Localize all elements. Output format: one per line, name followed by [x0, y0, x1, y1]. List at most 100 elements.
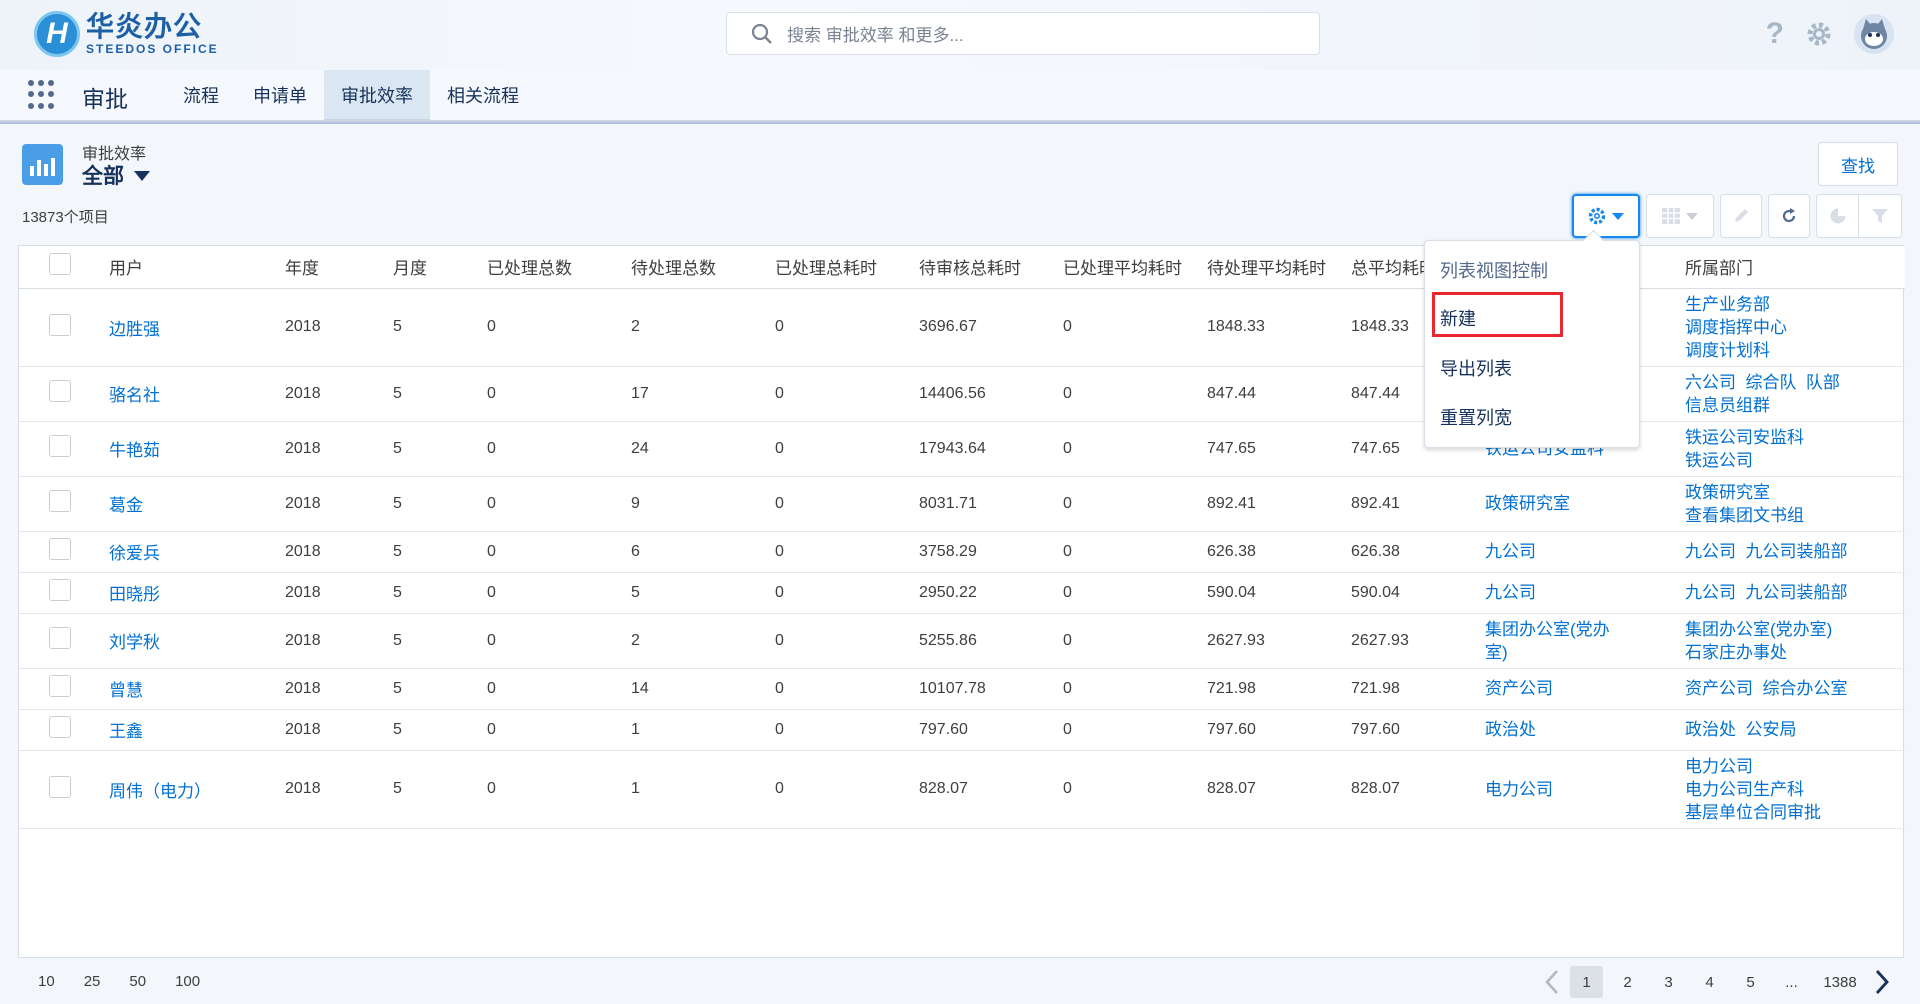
row-checkbox[interactable]: [49, 435, 71, 457]
page-button[interactable]: 5: [1734, 966, 1767, 998]
user-link[interactable]: 牛艳茹: [109, 441, 160, 460]
user-link[interactable]: 边胜强: [109, 320, 160, 339]
column-header[interactable]: 待审核总耗时: [913, 246, 1057, 289]
column-header[interactable]: 待处理总数: [625, 246, 769, 289]
page-button[interactable]: 4: [1693, 966, 1726, 998]
menu-item-new[interactable]: 新建: [1440, 305, 1476, 331]
user-link[interactable]: 曾慧: [109, 681, 143, 700]
department-link[interactable]: 电力公司生产科: [1685, 780, 1804, 799]
department-link[interactable]: 资产公司 综合办公室: [1685, 679, 1847, 698]
select-all-checkbox[interactable]: [49, 253, 71, 276]
column-header[interactable]: 已处理总耗时: [769, 246, 913, 289]
department-link[interactable]: 六公司 综合队 队部: [1685, 373, 1840, 392]
row-checkbox[interactable]: [49, 313, 71, 336]
org-link[interactable]: 政策研究室: [1485, 494, 1570, 513]
department-link[interactable]: 九公司 九公司装船部: [1685, 542, 1847, 561]
chevron-right-icon[interactable]: [1872, 968, 1892, 996]
filter-button[interactable]: [1859, 195, 1901, 237]
tab-approval-efficiency[interactable]: 审批效率: [324, 70, 430, 122]
row-checkbox[interactable]: [49, 490, 71, 512]
row-checkbox[interactable]: [49, 627, 71, 649]
department-link[interactable]: 调度指挥中心: [1685, 318, 1787, 337]
row-checkbox[interactable]: [49, 538, 71, 560]
user-link[interactable]: 王鑫: [109, 722, 143, 741]
page-button[interactable]: 1: [1570, 966, 1603, 998]
tab-flows[interactable]: 流程: [166, 70, 236, 122]
user-link[interactable]: 葛金: [109, 496, 143, 515]
chevron-left-icon[interactable]: [1542, 968, 1562, 996]
page-button[interactable]: 2: [1611, 966, 1644, 998]
user-avatar[interactable]: [1854, 14, 1894, 54]
edit-button[interactable]: [1720, 194, 1762, 238]
org-link[interactable]: 资产公司: [1485, 679, 1553, 698]
department-link[interactable]: 基层单位合同审批: [1685, 803, 1821, 822]
page-size-option[interactable]: 10: [38, 973, 55, 990]
find-button[interactable]: 查找: [1818, 142, 1898, 186]
list-view-selector[interactable]: 全部: [82, 160, 150, 190]
menu-item-export[interactable]: 导出列表: [1440, 355, 1512, 381]
tab-applications[interactable]: 申请单: [236, 70, 324, 122]
org-link[interactable]: 九公司: [1485, 583, 1536, 602]
row-checkbox[interactable]: [49, 775, 71, 798]
tab-related-flows[interactable]: 相关流程: [430, 70, 536, 122]
list-view-controls-button[interactable]: [1572, 194, 1640, 238]
department-link[interactable]: 铁运公司: [1685, 451, 1753, 470]
department-link[interactable]: 铁运公司安监科: [1685, 428, 1804, 447]
column-header[interactable]: 已处理总数: [481, 246, 625, 289]
user-link[interactable]: 徐爱兵: [109, 544, 160, 563]
column-header[interactable]: 年度: [279, 246, 387, 289]
charts-button[interactable]: [1817, 195, 1859, 237]
column-header[interactable]: 待处理平均耗时: [1201, 246, 1345, 289]
table-row[interactable]: 刘学秋 2018 5 0 2 0 5255.86 0 2627.93 2627.93 集团办公室(党…: [19, 613, 1905, 669]
row-checkbox[interactable]: [49, 675, 71, 697]
column-header[interactable]: 所属部门: [1679, 246, 1905, 289]
department-link[interactable]: 调度计划科: [1685, 341, 1770, 360]
display-as-button[interactable]: [1646, 194, 1714, 238]
global-search-input[interactable]: 搜索 审批效率 和更多...: [726, 12, 1320, 55]
department-link[interactable]: 政治处 公安局: [1685, 720, 1796, 739]
department-link[interactable]: 政策研究室: [1685, 483, 1770, 502]
page-button[interactable]: 3: [1652, 966, 1685, 998]
department-link[interactable]: 九公司 九公司装船部: [1685, 583, 1847, 602]
refresh-button[interactable]: [1768, 194, 1810, 238]
page-button[interactable]: 1388: [1816, 966, 1864, 998]
cell-year: 2018: [279, 476, 387, 532]
column-header[interactable]: 用户: [103, 246, 279, 289]
user-link[interactable]: 周伟（电力）: [109, 782, 211, 801]
org-link[interactable]: 电力公司: [1485, 780, 1553, 799]
page-size-option[interactable]: 25: [84, 973, 101, 990]
row-checkbox[interactable]: [49, 380, 71, 402]
row-checkbox[interactable]: [49, 579, 71, 601]
column-header[interactable]: 月度: [387, 246, 481, 289]
user-link[interactable]: 田晓彤: [109, 585, 160, 604]
user-link[interactable]: 骆名社: [109, 386, 160, 405]
app-logo[interactable]: H 华炎办公 STEEDOS OFFICE: [34, 11, 219, 57]
row-checkbox[interactable]: [49, 716, 71, 738]
app-launcher-icon[interactable]: [28, 80, 58, 110]
cell-pending-time: 3758.29: [913, 531, 1057, 573]
menu-item-reset-width[interactable]: 重置列宽: [1440, 404, 1512, 430]
table-row[interactable]: 周伟（电力） 2018 5 0 1 0 828.07 0 828.07 828.07 电力公司 电力公…: [19, 750, 1905, 829]
table-row[interactable]: 徐爱兵 2018 5 0 6 0 3758.29 0 626.38 626.38 九公司 九公司 九公…: [19, 531, 1905, 573]
settings-gear-icon[interactable]: [1806, 21, 1832, 47]
department-link[interactable]: 生产业务部: [1685, 295, 1770, 314]
help-icon[interactable]: ?: [1766, 17, 1784, 51]
department-link[interactable]: 集团办公室(党办室): [1685, 620, 1832, 639]
table-row[interactable]: 王鑫 2018 5 0 1 0 797.60 0 797.60 797.60 政治处 政治处 公安局: [19, 709, 1905, 751]
table-row[interactable]: 田晓彤 2018 5 0 5 0 2950.22 0 590.04 590.04 九公司 九公司 九公…: [19, 572, 1905, 614]
column-header[interactable]: 已处理平均耗时: [1057, 246, 1201, 289]
list-toolbar: [1572, 194, 1902, 238]
user-link[interactable]: 刘学秋: [109, 633, 160, 652]
department-link[interactable]: 电力公司: [1685, 757, 1753, 776]
department-link[interactable]: 石家庄办事处: [1685, 643, 1787, 662]
department-link[interactable]: 查看集团文书组: [1685, 506, 1804, 525]
department-link[interactable]: 信息员组群: [1685, 396, 1770, 415]
org-link[interactable]: 政治处: [1485, 720, 1536, 739]
org-link[interactable]: 集团办公室(党办: [1485, 620, 1610, 639]
page-size-option[interactable]: 50: [129, 973, 146, 990]
org-link[interactable]: 室): [1485, 643, 1508, 662]
page-size-option[interactable]: 100: [175, 973, 200, 990]
table-row[interactable]: 曾慧 2018 5 0 14 0 10107.78 0 721.98 721.98 资产公司 资产公司…: [19, 668, 1905, 710]
table-row[interactable]: 葛金 2018 5 0 9 0 8031.71 0 892.41 892.41 政策研究室 政策研究室…: [19, 476, 1905, 532]
org-link[interactable]: 九公司: [1485, 542, 1536, 561]
